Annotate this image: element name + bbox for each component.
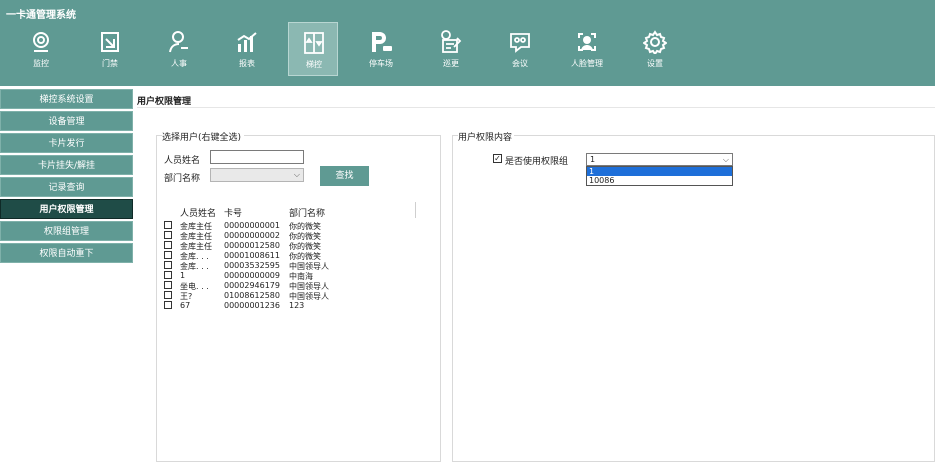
tool-label: 设置: [647, 59, 663, 68]
tool-label: 会议: [512, 59, 528, 68]
permission-group-value: 1: [590, 155, 596, 164]
name-label: 人员姓名: [164, 156, 201, 166]
door-icon: [101, 32, 119, 52]
meeting-icon: [510, 33, 530, 53]
cell-card: 01008612580: [224, 291, 280, 300]
table-row[interactable]: 67 00000001236 123: [164, 301, 414, 311]
tool-label: 梯控: [306, 60, 322, 69]
name-input[interactable]: [210, 150, 304, 164]
cell-name: 67: [180, 301, 191, 310]
tool-label: 停车场: [369, 59, 393, 68]
app-window: 一卡通管理系统 监控 门禁 人事 报表 梯控 停车场 巡更 会议 人脸管理 设置…: [0, 0, 935, 462]
table-row[interactable]: 金库主任 00000000001 你的微笑: [164, 221, 414, 231]
tool-label: 人脸管理: [571, 59, 603, 68]
page-title: 用户权限管理: [137, 97, 192, 107]
chart-icon: [237, 32, 257, 52]
sidebar-item-card-issue[interactable]: 卡片发行: [0, 133, 133, 153]
cell-card: 00000000002: [224, 231, 280, 240]
top-bar: 一卡通管理系统 监控 门禁 人事 报表 梯控 停车场 巡更 会议 人脸管理 设置: [0, 0, 935, 86]
table-row[interactable]: 金库主任 00000012580 你的微笑: [164, 241, 414, 251]
tool-reports[interactable]: 报表: [222, 22, 272, 76]
row-checkbox[interactable]: [164, 241, 172, 249]
dept-select[interactable]: ⌵: [210, 168, 304, 182]
tool-elevator[interactable]: 梯控: [288, 22, 338, 76]
sidebar-item-permission-groups[interactable]: 权限组管理: [0, 221, 133, 241]
parking-icon: [372, 32, 392, 52]
row-checkbox[interactable]: [164, 231, 172, 239]
dropdown-option[interactable]: 1: [587, 167, 732, 176]
table-row[interactable]: 坐电. . . 00002946179 中国领导人: [164, 281, 414, 291]
tool-label: 监控: [33, 59, 49, 68]
app-title: 一卡通管理系统: [6, 10, 76, 21]
select-user-legend: 选择用户(右键全选): [162, 130, 242, 143]
sidebar-item-device-management[interactable]: 设备管理: [0, 111, 133, 131]
tool-personnel[interactable]: 人事: [154, 22, 204, 76]
cell-card: 00000012580: [224, 241, 280, 250]
sidebar: 梯控系统设置 设备管理 卡片发行 卡片挂失/解挂 记录查询 用户权限管理 权限组…: [0, 89, 133, 265]
sidebar-item-card-loss[interactable]: 卡片挂失/解挂: [0, 155, 133, 175]
webcam-icon: [33, 32, 49, 52]
tool-settings[interactable]: 设置: [630, 22, 680, 76]
cell-card: 00003532595: [224, 261, 280, 270]
sidebar-item-elevator-settings[interactable]: 梯控系统设置: [0, 89, 133, 109]
row-checkbox[interactable]: [164, 281, 172, 289]
chevron-down-icon: ⌵: [722, 155, 729, 164]
col-header-dept[interactable]: 部门名称: [289, 206, 325, 219]
tool-patrol[interactable]: 巡更: [426, 22, 476, 76]
permissions-legend: 用户权限内容: [458, 130, 513, 143]
cell-card: 00002946179: [224, 281, 280, 290]
gear-icon: [643, 30, 667, 54]
sidebar-item-auto-redownload[interactable]: 权限自动重下: [0, 243, 133, 263]
table-row[interactable]: 1 00000000009 中南海: [164, 271, 414, 281]
search-button[interactable]: 查找: [320, 166, 369, 186]
table-row[interactable]: 金库. . . 00001008611 你的微笑: [164, 251, 414, 261]
tool-monitor[interactable]: 监控: [16, 22, 66, 76]
dept-label: 部门名称: [164, 174, 201, 184]
permission-group-select[interactable]: 1 ⌵: [586, 153, 733, 166]
use-group-checkbox[interactable]: ✓: [493, 154, 502, 163]
title-divider: [137, 107, 935, 108]
cell-card: 00000001236: [224, 301, 280, 310]
panel-border: [244, 135, 441, 136]
sidebar-item-user-permissions[interactable]: 用户权限管理: [0, 199, 133, 219]
row-checkbox[interactable]: [164, 251, 172, 259]
tool-face[interactable]: 人脸管理: [562, 22, 612, 76]
col-header-card[interactable]: 卡号: [224, 206, 242, 219]
row-checkbox[interactable]: [164, 301, 172, 309]
table-row[interactable]: 金库主任 00000000002 你的微笑: [164, 231, 414, 241]
table-row[interactable]: 王? 01008612580 中国领导人: [164, 291, 414, 301]
sidebar-item-record-query[interactable]: 记录查询: [0, 177, 133, 197]
row-checkbox[interactable]: [164, 271, 172, 279]
row-checkbox[interactable]: [164, 291, 172, 299]
tool-meeting[interactable]: 会议: [495, 22, 545, 76]
cell-name: 1: [180, 271, 186, 280]
face-icon: [578, 33, 596, 51]
table-row[interactable]: 金库. . . 00003532595 中国领导人: [164, 261, 414, 271]
cell-card: 00000000001: [224, 221, 280, 230]
main-toolbar: 监控 门禁 人事 报表 梯控 停车场 巡更 会议 人脸管理 设置: [0, 22, 935, 78]
col-divider: [415, 202, 416, 218]
tool-label: 巡更: [443, 59, 459, 68]
cell-card: 00000000009: [224, 271, 280, 280]
dropdown-option[interactable]: 10086: [587, 176, 732, 185]
person-icon: [169, 31, 188, 53]
panel-border: [514, 135, 935, 136]
elevator-icon: [304, 32, 324, 54]
tool-label: 门禁: [102, 59, 118, 68]
cell-card: 00001008611: [224, 251, 280, 260]
chevron-down-icon: ⌵: [293, 170, 300, 179]
patrol-icon: [441, 30, 462, 53]
tool-label: 报表: [239, 59, 255, 68]
permission-group-dropdown: 1 10086: [586, 166, 733, 186]
tool-access[interactable]: 门禁: [85, 22, 135, 76]
row-checkbox[interactable]: [164, 261, 172, 269]
tool-label: 人事: [171, 59, 187, 68]
tool-parking[interactable]: 停车场: [356, 22, 406, 76]
row-checkbox[interactable]: [164, 221, 172, 229]
col-header-name[interactable]: 人员姓名: [180, 206, 216, 219]
cell-dept: 123: [289, 301, 305, 310]
use-group-label: 是否使用权限组: [505, 157, 569, 167]
